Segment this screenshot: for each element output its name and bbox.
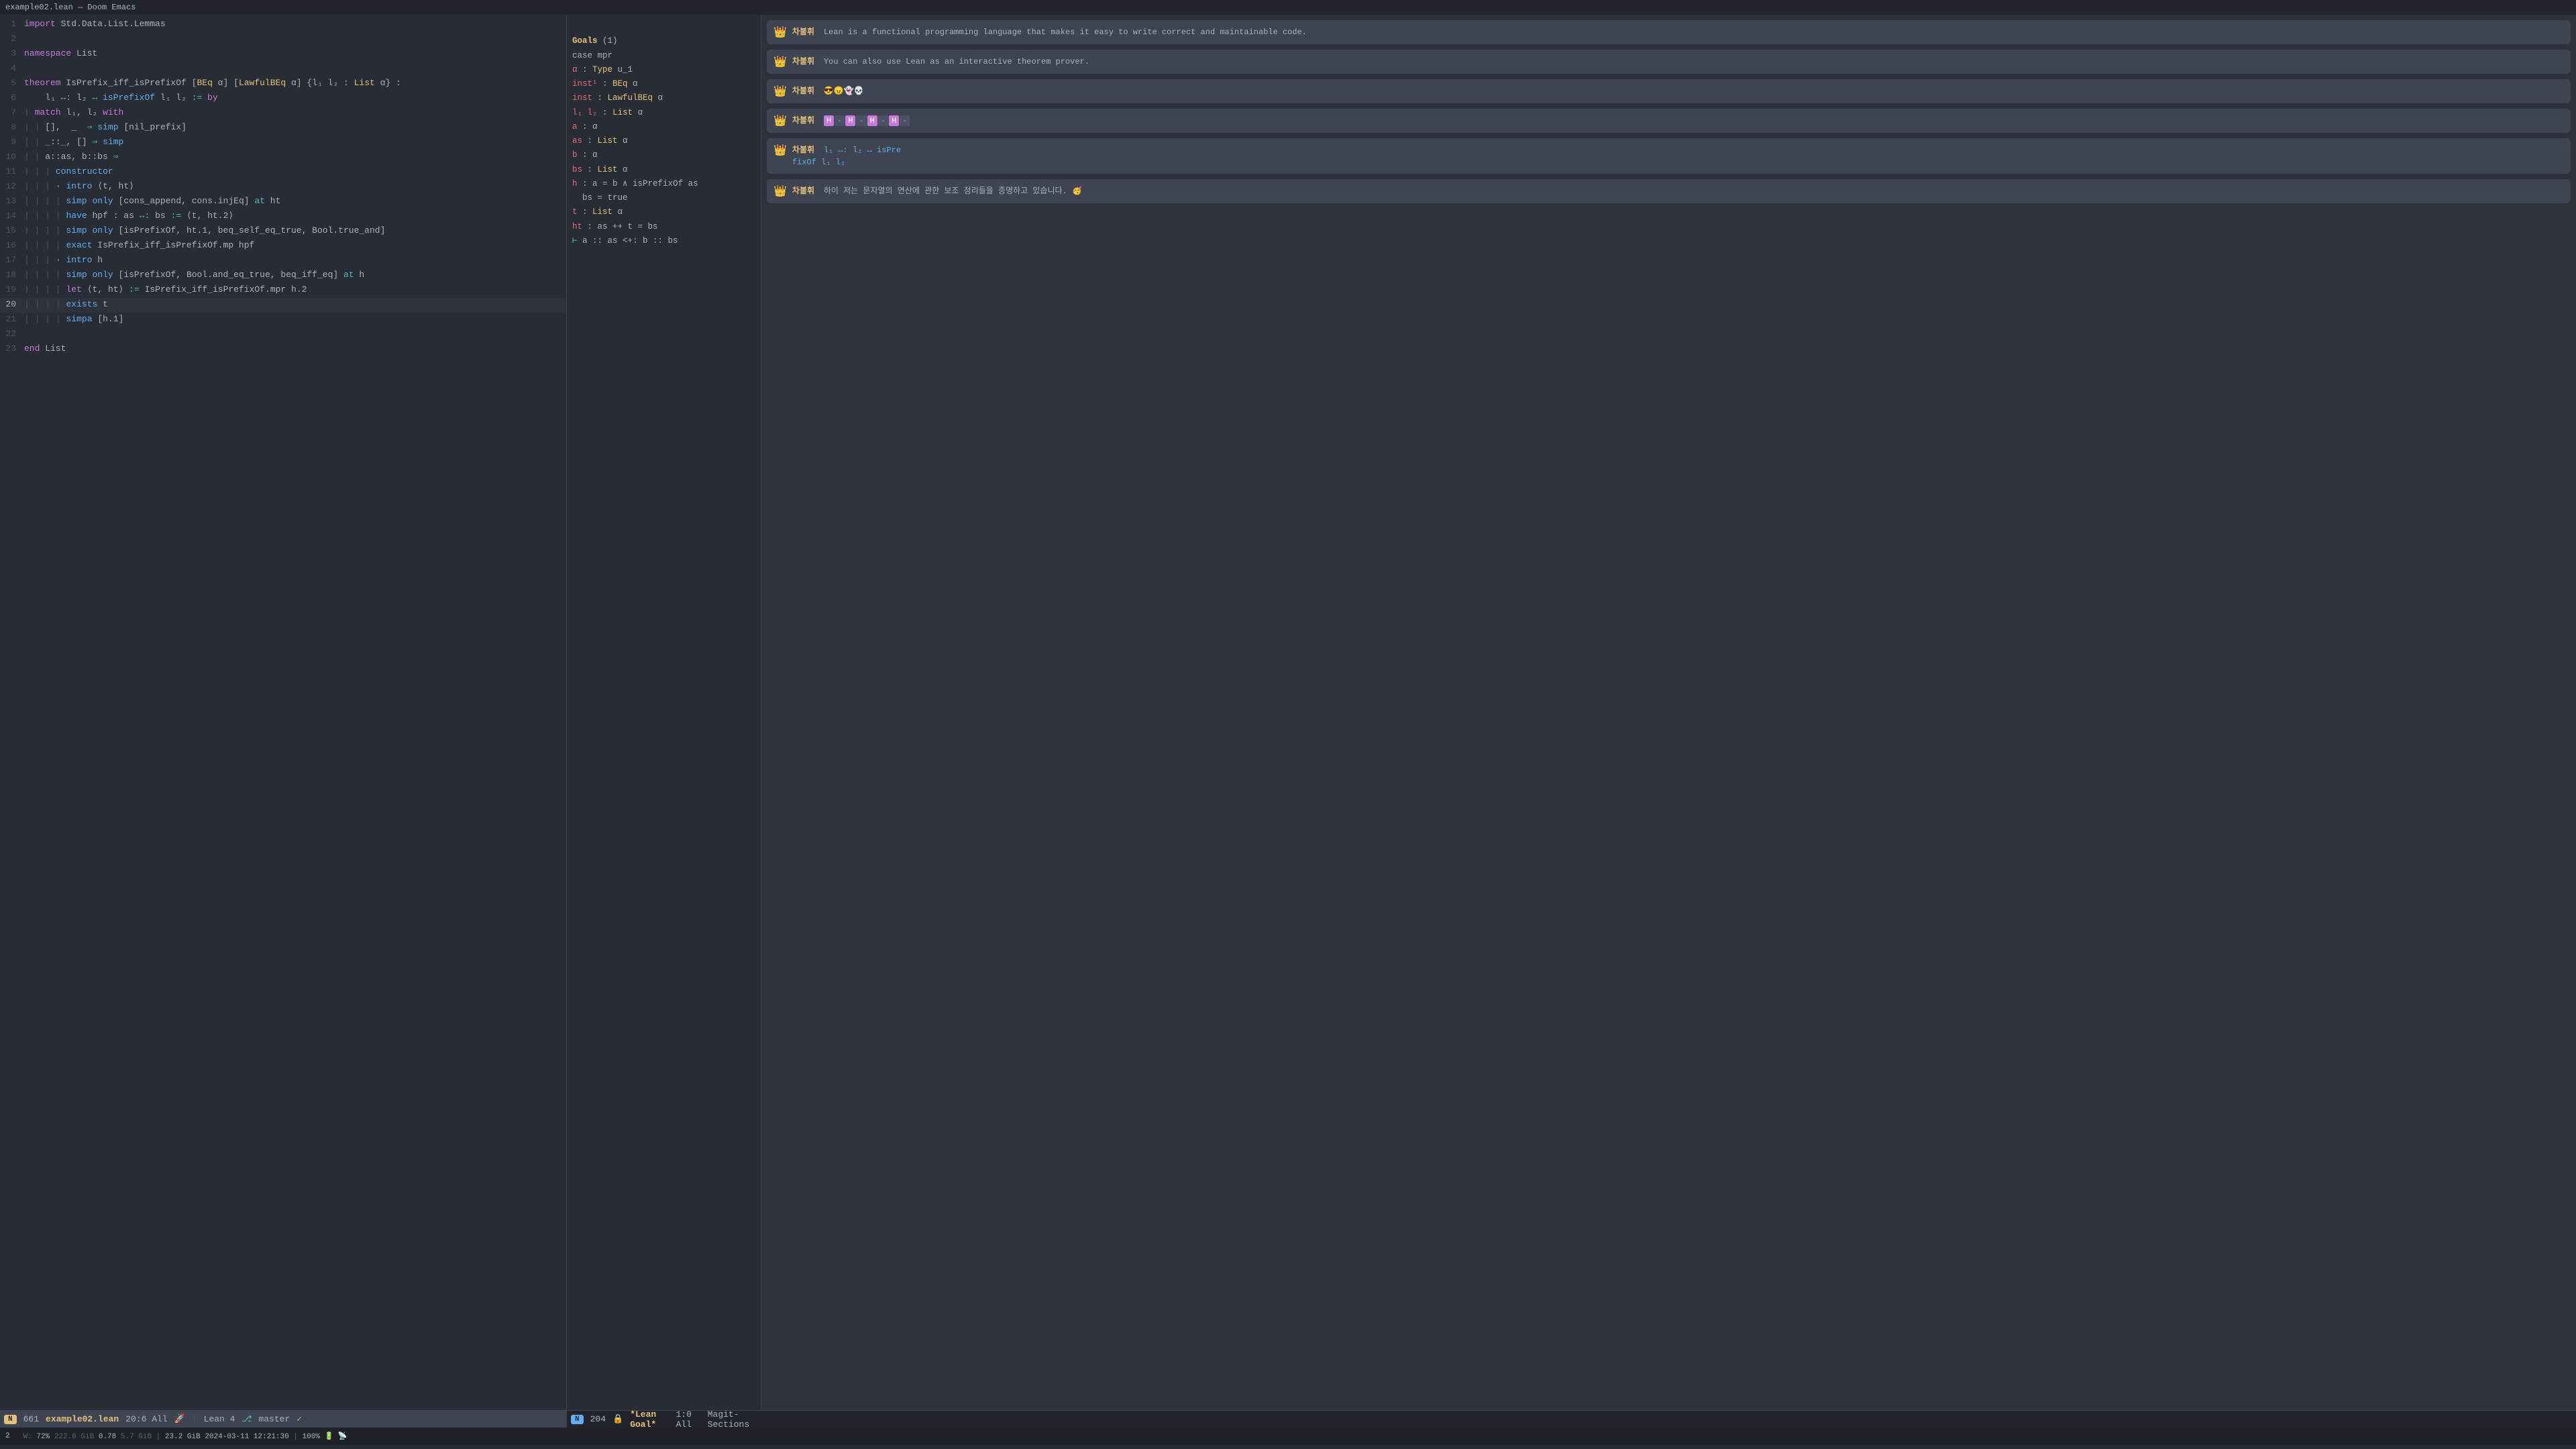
lock-icon: 🔒	[612, 1414, 623, 1424]
code-line-20: 20 | | | | exists t	[0, 298, 566, 313]
editor-pane[interactable]: 1 import Std.Data.List.Lemmas 2 3 namesp…	[0, 15, 567, 1410]
goals-line-count: 204	[590, 1414, 606, 1424]
chat-text-2: You can also use Lean as an interactive …	[824, 57, 1089, 66]
mode-indicator-editor: N	[4, 1415, 17, 1424]
modelines: N 661 example02.lean 20:6 All 🚀 | Lean 4…	[0, 1410, 2576, 1428]
chat-text-3: 😎😠👻💀	[824, 87, 864, 96]
branch-icon: ⎇	[241, 1414, 252, 1424]
modeline-editor: N 661 example02.lean 20:6 All 🚀 | Lean 4…	[0, 1410, 567, 1428]
modeline-goals: N 204 🔒 *Lean Goal* 1:0 All Magit-Sectio…	[567, 1410, 761, 1428]
chat-message-4: 👑 차불휘 H-H-H-H-	[767, 109, 2571, 133]
lean-version: Lean 4	[204, 1414, 235, 1424]
title-bar: example02.lean — Doom Emacs	[0, 0, 2576, 15]
goals-filename: *Lean Goal*	[630, 1409, 669, 1430]
chat-message-2: 👑 차불휘 You can also use Lean as an intera…	[767, 50, 2571, 74]
branch-name: master	[258, 1414, 290, 1424]
chat-body-2: 차불휘 You can also use Lean as an interact…	[792, 55, 2564, 68]
code-line-15: 15 | | | | simp only [isPrefixOf, ht.1, …	[0, 224, 566, 239]
code-lines: 1 import Std.Data.List.Lemmas 2 3 namesp…	[0, 17, 566, 357]
modeline-line-count: 661	[23, 1414, 39, 1424]
code-line-7: 7 | match l₁, l₂ with	[0, 106, 566, 121]
chat-username-3: 차불휘	[792, 87, 814, 96]
code-line-13: 13 | | | | simp only [cons_append, cons.…	[0, 195, 566, 209]
code-line-22: 22	[0, 327, 566, 342]
chat-username-6: 차불휘	[792, 186, 814, 196]
chat-body-6: 차불휘 하이 저는 문자열의 연산에 관한 보조 정리들을 증명하고 있습니다.…	[792, 184, 2564, 197]
chat-avatar-2: 👑	[773, 55, 787, 68]
magit-sections: Magit-Sections	[708, 1409, 757, 1430]
chat-message-6: 👑 차불휘 하이 저는 문자열의 연산에 관한 보조 정리들을 증명하고 있습니…	[767, 179, 2571, 203]
chat-message-3: 👑 차불휘 😎😠👻💀	[767, 79, 2571, 103]
chat-body-3: 차불휘 😎😠👻💀	[792, 85, 2564, 97]
bottom-bar: 2 W: 72% 222.6 GiB 0.78 5.7 GiB | 23.2 G…	[0, 1428, 2576, 1445]
rocket-icon: 🚀	[174, 1414, 185, 1424]
chat-avatar-6: 👑	[773, 184, 787, 198]
code-line-3: 3 namespace List	[0, 47, 566, 62]
goals-position: 1:0 All	[676, 1409, 701, 1430]
chat-body-1: 차불휘 Lean is a functional programming lan…	[792, 25, 2564, 38]
chat-text-6: 하이 저는 문자열의 연산에 관한 보조 정리들을 증명하고 있습니다. 🥳	[824, 186, 1082, 196]
code-line-2: 2	[0, 32, 566, 47]
modeline-separator: |	[192, 1414, 197, 1424]
chat-avatar-1: 👑	[773, 25, 787, 39]
code-line-12: 12 | | | · intro ⟨t, ht⟩	[0, 180, 566, 195]
chat-body-5: 차불휘 l₁ ↔: l₂ ↔ isPrefixOf l₁ l₂	[792, 144, 2564, 168]
goals-pane: Goals (1) case mpr α : Type u_1 inst¹ : …	[567, 15, 761, 1410]
chat-message-1: 👑 차불휘 Lean is a functional programming l…	[767, 20, 2571, 44]
chat-message-5: 👑 차불휘 l₁ ↔: l₂ ↔ isPrefixOf l₁ l₂	[767, 138, 2571, 174]
mode-indicator-goals: N	[571, 1415, 584, 1424]
bottom-num: 2	[5, 1432, 10, 1440]
code-line-11: 11 | | | constructor	[0, 165, 566, 180]
chat-username-1: 차불휘	[792, 28, 814, 37]
chat-text-1: Lean is a functional programming languag…	[824, 28, 1307, 37]
modeline-chat	[761, 1410, 2576, 1428]
chat-username-4: 차불휘	[792, 116, 814, 125]
chat-pane: 👑 차불휘 Lean is a functional programming l…	[761, 15, 2576, 1410]
code-line-10: 10 | | a::as, b::bs ⇒	[0, 150, 566, 165]
code-line-17: 17 | | | · intro h	[0, 254, 566, 268]
goals-content: Goals (1) case mpr α : Type u_1 inst¹ : …	[572, 20, 755, 262]
code-line-19: 19 | | | | let ⟨t, ht⟩ := IsPrefix_iff_i…	[0, 283, 566, 298]
code-line-23: 23 end List	[0, 342, 566, 357]
chat-avatar-5: 👑	[773, 144, 787, 157]
chat-text-4: H-H-H-H-	[824, 116, 911, 125]
goals-title: Goals	[572, 36, 598, 46]
code-line-4: 4	[0, 62, 566, 76]
code-line-16: 16 | | | | exact IsPrefix_iff_isPrefixOf…	[0, 239, 566, 254]
modeline-filename: example02.lean	[46, 1414, 119, 1424]
code-line-18: 18 | | | | simp only [isPrefixOf, Bool.a…	[0, 268, 566, 283]
code-line-21: 21 | | | | simpa [h.1]	[0, 313, 566, 327]
chat-username-5: 차불휘	[792, 146, 814, 155]
code-line-6: 6 l₁ ↔: l₂ ↔ isPrefixOf l₁ l₂ := by	[0, 91, 566, 106]
code-line-5: 5 theorem IsPrefix_iff_isPrefixOf [BEq α…	[0, 76, 566, 91]
chat-avatar-3: 👑	[773, 85, 787, 98]
chat-body-4: 차불휘 H-H-H-H-	[792, 114, 2564, 127]
check-icon: ✓	[297, 1414, 302, 1424]
bottom-stats: W: 72% 222.6 GiB 0.78 5.7 GiB | 23.2 GiB…	[23, 1432, 347, 1441]
code-line-9: 9 | | _::_, [] ⇒ simp	[0, 136, 566, 150]
modeline-position: 20:6 All	[125, 1414, 167, 1424]
chat-username-2: 차불휘	[792, 57, 814, 66]
code-line-14: 14 | | | | have hpf : as ↔: bs := ⟨t, ht…	[0, 209, 566, 224]
chat-avatar-4: 👑	[773, 114, 787, 127]
title-text: example02.lean — Doom Emacs	[5, 3, 136, 12]
code-line-1: 1 import Std.Data.List.Lemmas	[0, 17, 566, 32]
code-line-8: 8 | | [], _ ⇒ simp [nil_prefix]	[0, 121, 566, 136]
